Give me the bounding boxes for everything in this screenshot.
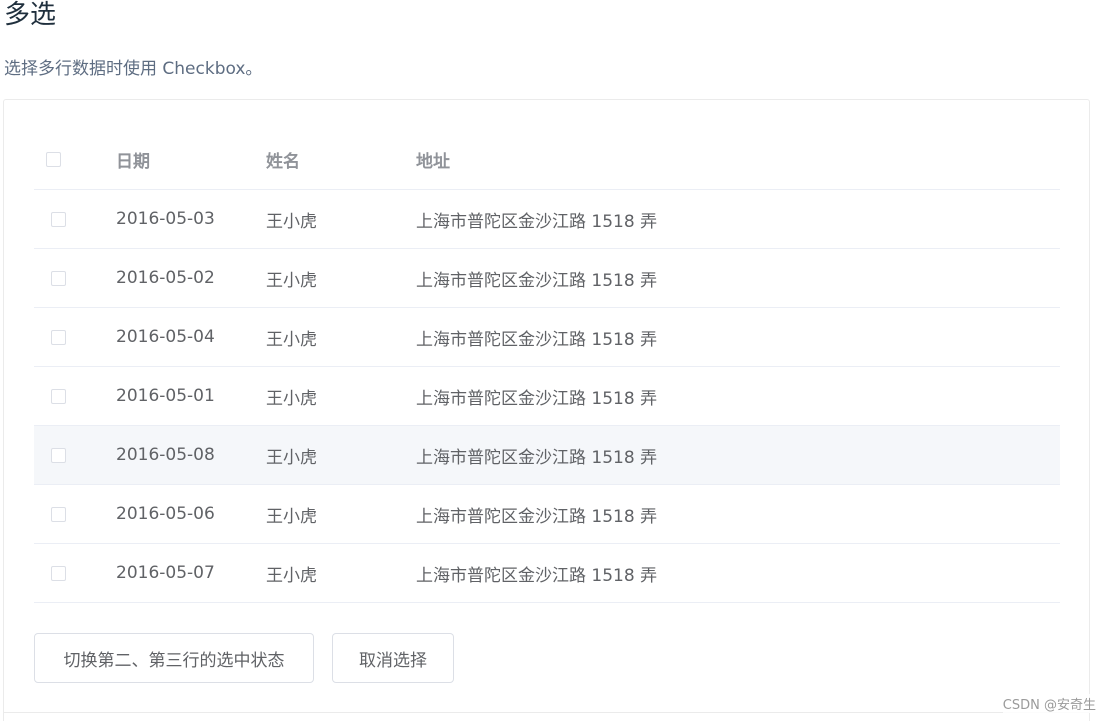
clear-selection-button[interactable]: 取消选择 (332, 633, 454, 683)
row-date: 2016-05-02 (116, 268, 215, 288)
row-date: 2016-05-04 (116, 327, 215, 347)
table-body: 2016-05-03 王小虎 上海市普陀区金沙江路 1518 弄 2016-05-02… (34, 190, 1060, 603)
page: 多选 选择多行数据时使用 Checkbox。 日期 姓名 地址 2016-05-… (0, 0, 1111, 721)
header-address: 地址 (416, 152, 450, 172)
row-date: 2016-05-06 (116, 504, 215, 524)
data-table: 日期 姓名 地址 2016-05-03 王小虎 上海市普陀区金沙江路 1518 弄2… (34, 130, 1060, 603)
row-checkbox[interactable] (51, 270, 66, 286)
row-date: 2016-05-08 (116, 445, 215, 465)
row-select-cell (51, 544, 91, 602)
row-address: 上海市普陀区金沙江路 1518 弄 (416, 447, 658, 468)
row-checkbox[interactable] (51, 329, 66, 345)
table-row[interactable]: 2016-05-06 王小虎 上海市普陀区金沙江路 1518 弄 (34, 485, 1060, 544)
row-address: 上海市普陀区金沙江路 1518 弄 (416, 506, 658, 527)
row-address: 上海市普陀区金沙江路 1518 弄 (416, 329, 658, 350)
table-row[interactable]: 2016-05-04 王小虎 上海市普陀区金沙江路 1518 弄 (34, 308, 1060, 367)
toggle-selection-button[interactable]: 切换第二、第三行的选中状态 (34, 633, 314, 683)
table-row[interactable]: 2016-05-07 王小虎 上海市普陀区金沙江路 1518 弄 (34, 544, 1060, 603)
table-row[interactable]: 2016-05-02 王小虎 上海市普陀区金沙江路 1518 弄 (34, 249, 1060, 308)
row-checkbox[interactable] (51, 506, 66, 522)
row-checkbox[interactable] (51, 211, 66, 227)
row-address: 上海市普陀区金沙江路 1518 弄 (416, 211, 658, 232)
row-select-cell (51, 249, 91, 307)
row-checkbox[interactable] (51, 565, 66, 581)
table-row[interactable]: 2016-05-01 王小虎 上海市普陀区金沙江路 1518 弄 (34, 367, 1060, 426)
row-date: 2016-05-03 (116, 209, 215, 229)
row-address: 上海市普陀区金沙江路 1518 弄 (416, 270, 658, 291)
row-date: 2016-05-07 (116, 563, 215, 583)
row-name: 王小虎 (266, 388, 317, 409)
select-all-checkbox[interactable] (46, 152, 61, 167)
row-name: 王小虎 (266, 270, 317, 291)
row-name: 王小虎 (266, 447, 317, 468)
row-address: 上海市普陀区金沙江路 1518 弄 (416, 388, 658, 409)
row-select-cell (51, 308, 91, 366)
row-select-cell (51, 485, 91, 543)
row-name: 王小虎 (266, 565, 317, 586)
row-address: 上海市普陀区金沙江路 1518 弄 (416, 565, 658, 586)
row-select-cell (51, 426, 91, 484)
row-select-cell (51, 367, 91, 425)
page-title: 多选 (4, 0, 57, 30)
row-name: 王小虎 (266, 506, 317, 527)
header-name: 姓名 (266, 152, 300, 172)
row-name: 王小虎 (266, 211, 317, 232)
watermark: CSDN @安奇生 (1002, 694, 1096, 713)
header-date: 日期 (116, 152, 150, 172)
demo-block: 日期 姓名 地址 2016-05-03 王小虎 上海市普陀区金沙江路 1518 弄2… (3, 99, 1090, 721)
table-header: 日期 姓名 地址 (34, 130, 1060, 190)
demo-block-divider (4, 712, 1089, 713)
header-select-all-cell (46, 130, 86, 189)
row-checkbox[interactable] (51, 447, 66, 463)
table-row[interactable]: 2016-05-03 王小虎 上海市普陀区金沙江路 1518 弄 (34, 190, 1060, 249)
page-description: 选择多行数据时使用 Checkbox。 (4, 59, 263, 79)
row-date: 2016-05-01 (116, 386, 215, 406)
row-checkbox[interactable] (51, 388, 66, 404)
table-row[interactable]: 2016-05-08 王小虎 上海市普陀区金沙江路 1518 弄 (34, 426, 1060, 485)
row-select-cell (51, 190, 91, 248)
row-name: 王小虎 (266, 329, 317, 350)
